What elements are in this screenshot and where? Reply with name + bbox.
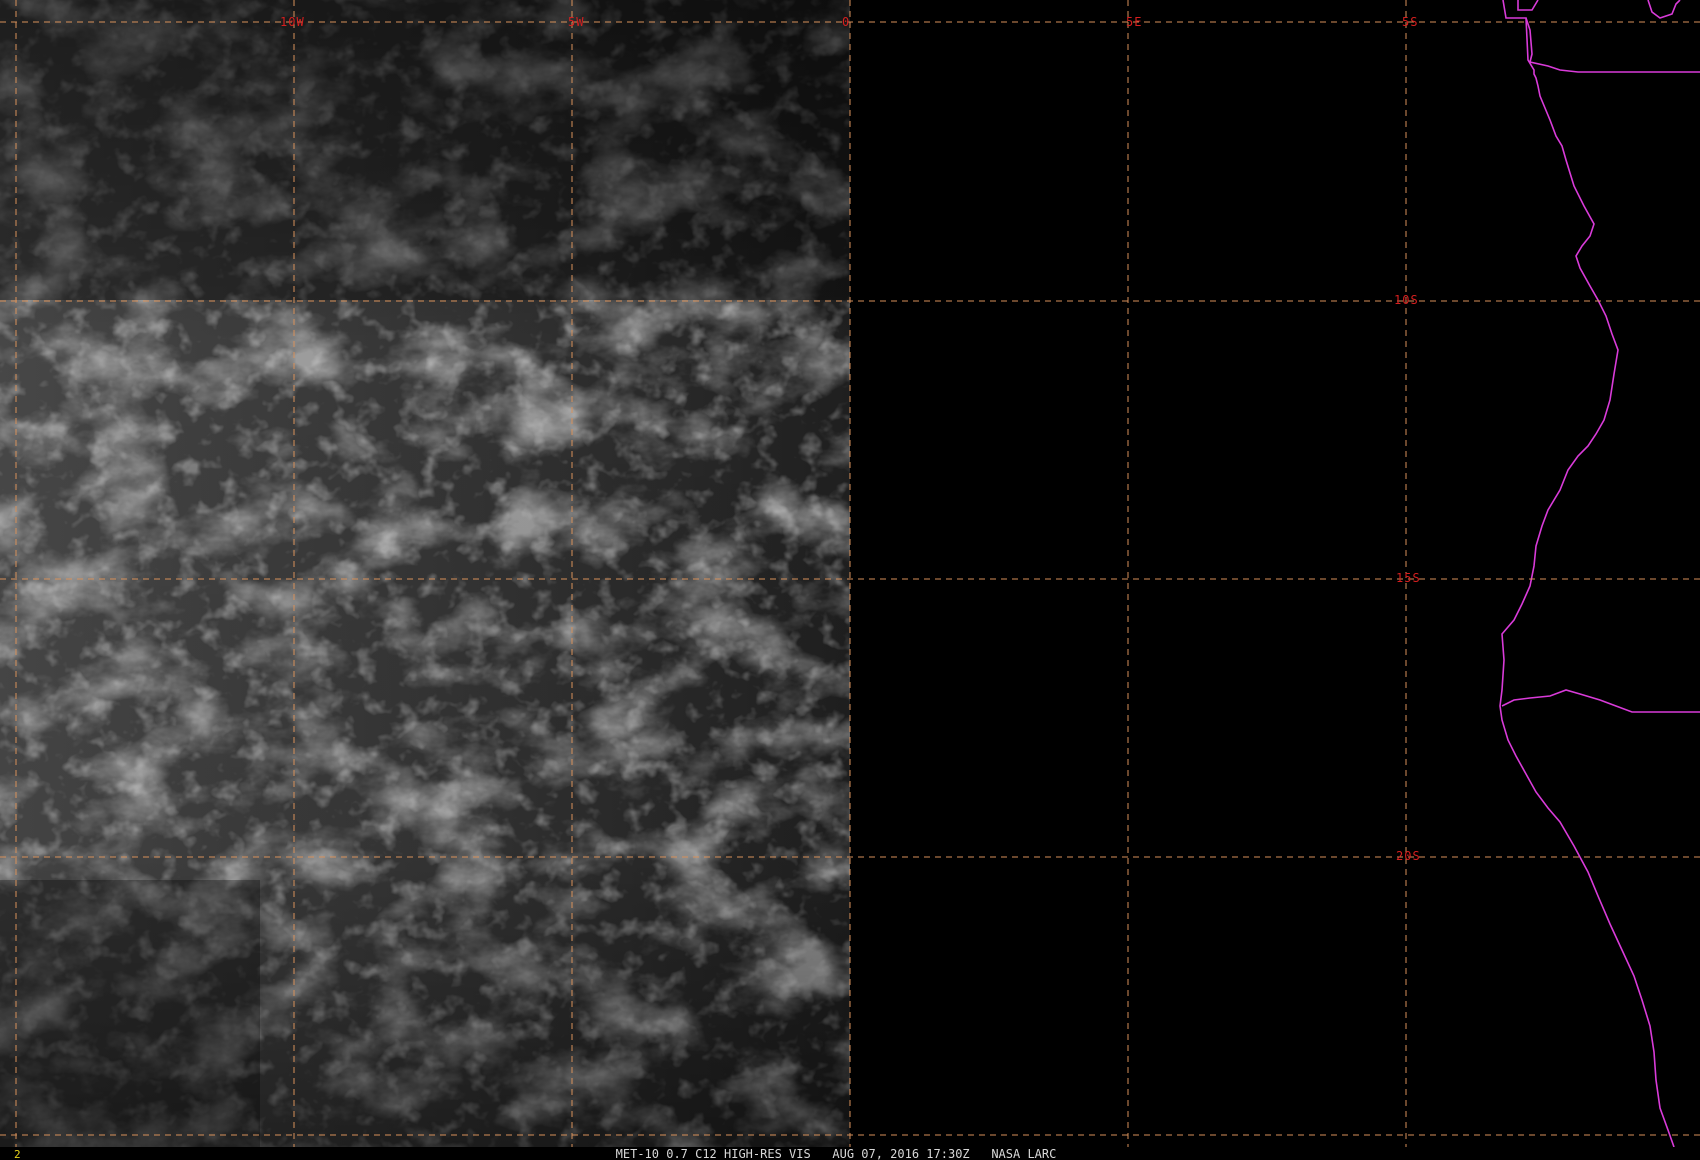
lat-label-20s: 20S	[1396, 849, 1421, 863]
lon-label-5e: 5E	[1126, 15, 1142, 29]
lat-label-5s: 5S	[1402, 15, 1418, 29]
lat-label-15s: 15S	[1396, 571, 1421, 585]
lon-label-10w: 10W	[280, 15, 305, 29]
image-caption: MET-10 0.7 C12 HIGH-RES VIS AUG 07, 2016…	[616, 1147, 1057, 1160]
lat-label-10s: 10S	[1394, 293, 1419, 307]
frame-number: 2	[14, 1148, 21, 1160]
satellite-map: 10W 5W 0 5E 5S 10S 15S 20S 2 MET-10 0.7 …	[0, 0, 1700, 1160]
day-side-clouds	[0, 0, 850, 1147]
footer: 2 MET-10 0.7 C12 HIGH-RES VIS AUG 07, 20…	[0, 1147, 1700, 1160]
lon-label-0: 0	[842, 15, 850, 29]
satellite-image-viewer: 10W 5W 0 5E 5S 10S 15S 20S 2 MET-10 0.7 …	[0, 0, 1700, 1160]
lon-label-5w: 5W	[568, 15, 584, 29]
